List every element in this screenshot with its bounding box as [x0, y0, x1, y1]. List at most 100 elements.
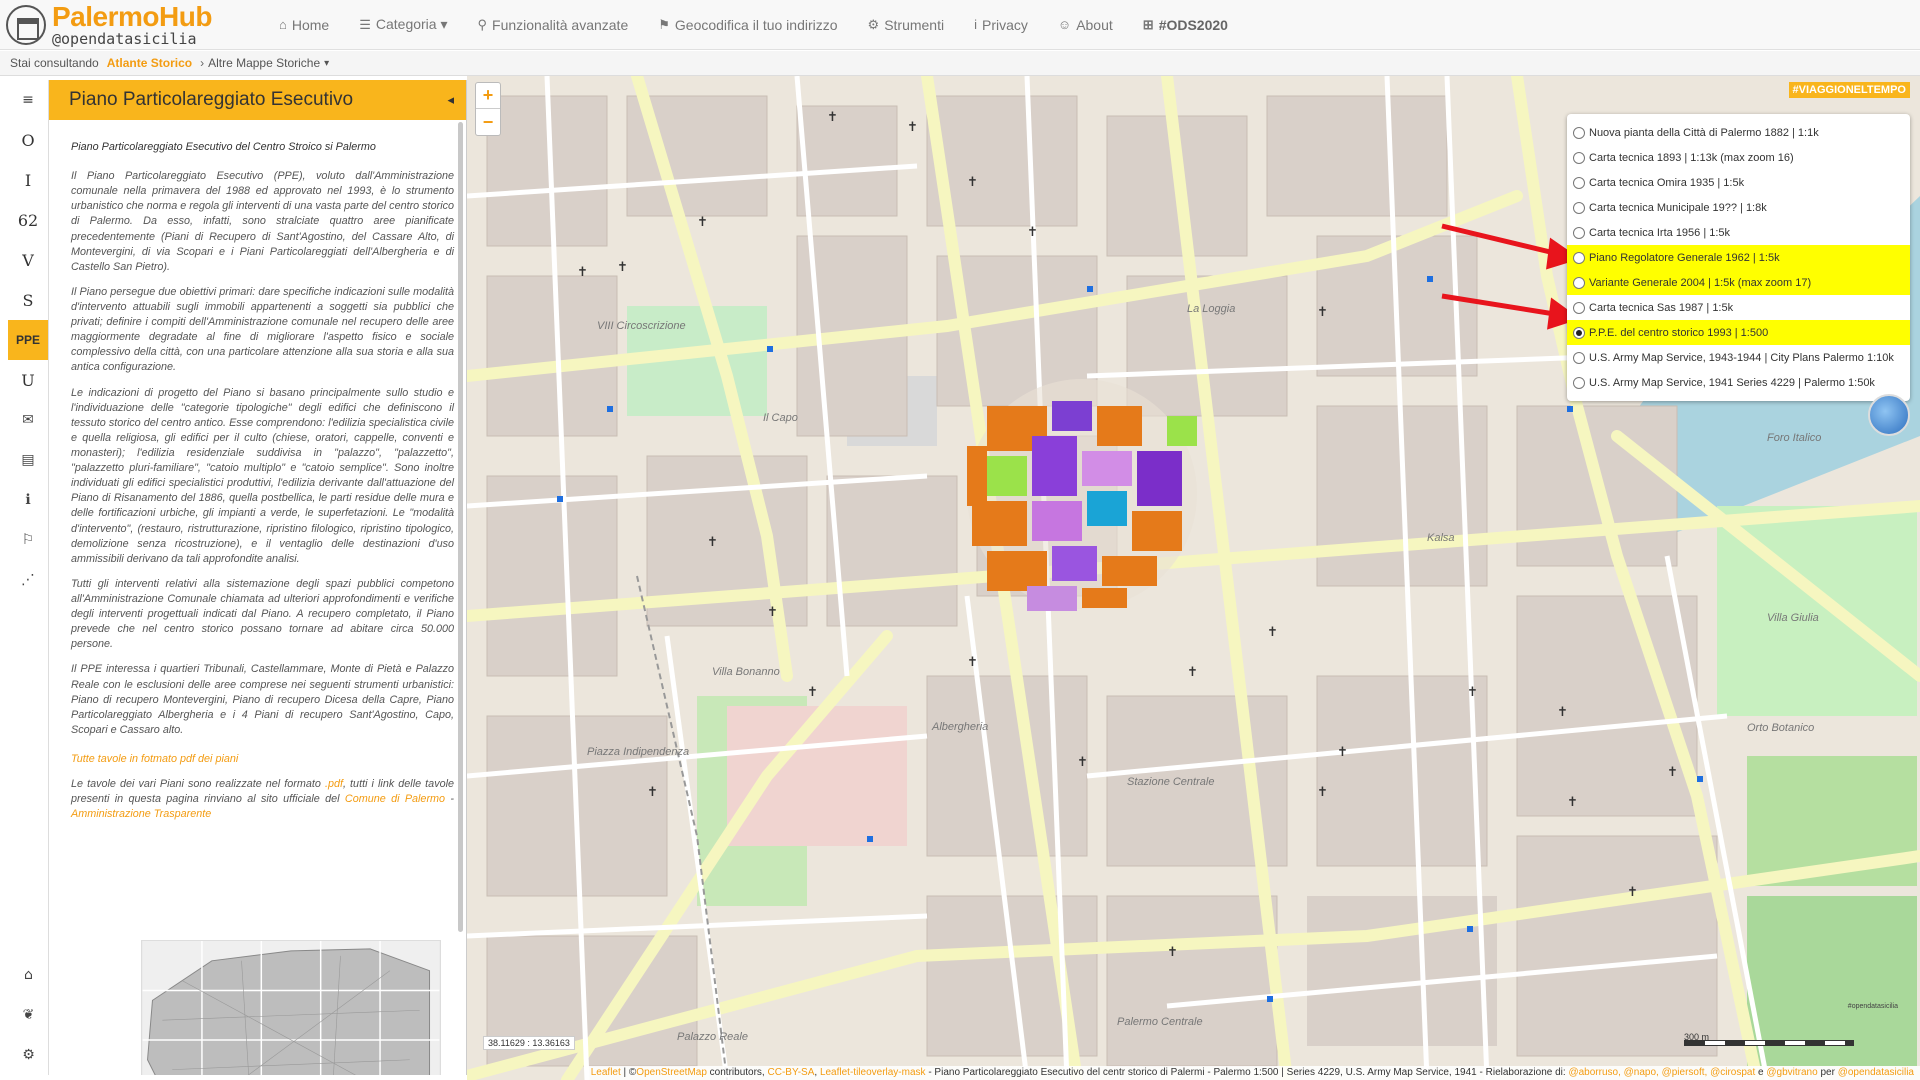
opendatasicilia-logo-icon[interactable]: ⌂ [8, 955, 49, 995]
radio-button[interactable] [1573, 176, 1585, 189]
place-label: Il Capo [763, 412, 798, 424]
book-icon[interactable]: ▤ [8, 440, 48, 480]
bookmark-icon[interactable]: ⚐ [8, 520, 48, 560]
scale-bar: 300 m [1684, 1032, 1854, 1046]
pdf-format-link[interactable]: .pdf [325, 778, 343, 790]
svg-text:✝: ✝ [1337, 744, 1348, 759]
nav-ods2020[interactable]: ⊞ #ODS2020 [1128, 0, 1243, 50]
nav-strumenti[interactable]: ⚙ Strumenti [853, 0, 960, 50]
ccbysa-link[interactable]: CC-BY-SA [768, 1067, 815, 1078]
tileoverlay-link[interactable]: Leaflet-tileoverlay-mask [820, 1067, 926, 1078]
pdf-link[interactable]: Tutte tavole in fotmato pdf dei piani [71, 753, 238, 765]
nav-privacy[interactable]: i Privacy [959, 0, 1043, 50]
place-label: Kalsa [1427, 532, 1455, 544]
radio-button[interactable] [1573, 201, 1585, 214]
layer-label: Carta tecnica Municipale 19?? | 1:8k [1589, 201, 1767, 214]
zoom-out-button[interactable]: − [476, 109, 500, 135]
svg-text:✝: ✝ [767, 604, 778, 619]
leaflet-link[interactable]: Leaflet [591, 1067, 621, 1078]
layer-option[interactable]: Nuova pianta della Città di Palermo 1882… [1567, 120, 1910, 145]
map-container[interactable]: ✝ ✝ ✝ ✝ ✝ ✝ ✝ ✝ ✝ ✝ ✝ ✝ ✝ ✝ ✝ ✝ ✝ ✝ ✝ ✝ ✝ ✝ ✝ ✝ Il Capo … [467, 76, 1920, 1080]
osm-link[interactable]: OpenStreetMap [636, 1067, 707, 1078]
globe-icon[interactable] [1868, 394, 1910, 436]
nav-about[interactable]: ☺ About [1043, 0, 1128, 50]
nav-home[interactable]: ⌂ Home [264, 0, 344, 50]
nav-privacy-label: Privacy [982, 16, 1028, 33]
tab-o[interactable]: O [8, 120, 48, 160]
search-icon: ⚲ [477, 16, 488, 32]
users-icon: ☺ [1057, 17, 1072, 32]
brand-subtitle: @opendatasicilia [52, 29, 197, 48]
pane-scrollbar[interactable] [458, 122, 463, 932]
share-icon[interactable]: ⋰ [8, 560, 48, 600]
tab-i[interactable]: I [8, 160, 48, 200]
layer-control: Nuova pianta della Città di Palermo 1882… [1567, 114, 1910, 401]
hashtag-icon: ⊞ [1142, 16, 1154, 32]
radio-button[interactable] [1573, 301, 1585, 314]
gear-icon: ⚙ [867, 16, 880, 32]
svg-text:✝: ✝ [1557, 704, 1568, 719]
breadcrumb-active[interactable]: Atlante Storico [107, 56, 192, 70]
pane-header: Piano Particolareggiato Esecutivo ◂ [49, 80, 466, 120]
layer-option[interactable]: Piano Regolatore Generale 1962 | 1:5k [1567, 245, 1910, 270]
gbvitrano-link[interactable]: @gbvitrano [1766, 1067, 1817, 1078]
svg-text:✝: ✝ [1467, 684, 1478, 699]
tab-v[interactable]: V [8, 240, 48, 280]
tab-ppe[interactable]: PPE [8, 320, 48, 360]
layer-option[interactable]: Variante Generale 2004 | 1:5k (max zoom … [1567, 270, 1910, 295]
nav-categoria[interactable]: ☰ Categoria ▾ [344, 0, 462, 50]
comune-link[interactable]: Comune di Palermo [345, 793, 445, 805]
nav-funzionalita-label: Funzionalità avanzate [492, 16, 629, 33]
settings-icon[interactable]: ⚙ [8, 1035, 49, 1075]
layer-label: U.S. Army Map Service, 1941 Series 4229 … [1589, 376, 1875, 389]
radio-button[interactable] [1573, 226, 1585, 239]
layer-option-selected[interactable]: P.P.E. del centro storico 1993 | 1:500 [1567, 320, 1910, 345]
layer-option[interactable]: Carta tecnica Irta 1956 | 1:5k [1567, 220, 1910, 245]
radio-button[interactable] [1573, 126, 1585, 139]
layer-label: P.P.E. del centro storico 1993 | 1:500 [1589, 326, 1769, 339]
layer-option[interactable]: Carta tecnica Omira 1935 | 1:5k [1567, 170, 1910, 195]
ppe-tiles-thumbnail[interactable] [141, 940, 441, 1075]
tab-u[interactable]: U [8, 360, 48, 400]
radio-button[interactable] [1573, 251, 1585, 264]
radio-button[interactable] [1573, 351, 1585, 364]
nav-geocodifica[interactable]: ⚑ Geocodifica il tuo indirizzo [643, 0, 852, 50]
authors-link[interactable]: @aborruso, @napo, @piersoft, @cirospat [1568, 1067, 1755, 1078]
radio-button-selected[interactable] [1573, 326, 1585, 339]
ods-link[interactable]: @opendatasicilia [1838, 1067, 1914, 1078]
svg-text:✝: ✝ [827, 109, 838, 124]
info-icon: i [974, 17, 977, 32]
nav-funzionalita[interactable]: ⚲ Funzionalità avanzate [463, 0, 644, 50]
nav-about-label: About [1076, 16, 1113, 33]
pane-paragraph: Il PPE interessa i quartieri Tribunali, … [71, 663, 454, 736]
radio-button[interactable] [1573, 376, 1585, 389]
brand-title: PalermoHub [52, 0, 212, 32]
opendatasicilia-watermark: #opendatasicilia [1847, 1003, 1898, 1010]
tab-62[interactable]: 62 [8, 200, 48, 240]
map-attribution: Leaflet | ©OpenStreetMap contributors, C… [584, 1066, 1920, 1080]
layer-label: Nuova pianta della Città di Palermo 1882… [1589, 126, 1819, 139]
trasparente-link[interactable]: Amministrazione Trasparente [71, 808, 211, 820]
breadcrumb-prefix: Stai consultando [10, 56, 99, 70]
zoom-control: + − [475, 82, 501, 136]
info-icon[interactable]: ℹ [8, 480, 48, 520]
layer-option[interactable]: U.S. Army Map Service, 1943-1944 | City … [1567, 345, 1910, 370]
radio-button[interactable] [1573, 276, 1585, 289]
breadcrumb-dropdown[interactable]: Altre Mappe Storiche [208, 56, 320, 70]
sidebar-tabs: ≡ O I 62 V S PPE U ✉ ▤ ℹ ⚐ ⋰ ⌂ ❦ ⚙ [8, 80, 49, 1075]
brand[interactable]: PalermoHub @opendatasicilia [6, 0, 256, 48]
zoom-in-button[interactable]: + [476, 83, 500, 109]
layer-option[interactable]: Carta tecnica Sas 1987 | 1:5k [1567, 295, 1910, 320]
layer-option[interactable]: Carta tecnica Municipale 19?? | 1:8k [1567, 195, 1910, 220]
svg-text:✝: ✝ [1317, 784, 1328, 799]
chevron-down-icon[interactable]: ▾ [324, 58, 329, 69]
tab-s[interactable]: S [8, 280, 48, 320]
leaf-icon[interactable]: ❦ [8, 995, 49, 1035]
envelope-icon[interactable]: ✉ [8, 400, 48, 440]
menu-icon[interactable]: ≡ [8, 80, 48, 120]
svg-text:✝: ✝ [1077, 754, 1088, 769]
radio-button[interactable] [1573, 151, 1585, 164]
collapse-icon[interactable]: ◂ [447, 92, 454, 108]
layer-option[interactable]: Carta tecnica 1893 | 1:13k (max zoom 16) [1567, 145, 1910, 170]
layer-option[interactable]: U.S. Army Map Service, 1941 Series 4229 … [1567, 370, 1910, 395]
